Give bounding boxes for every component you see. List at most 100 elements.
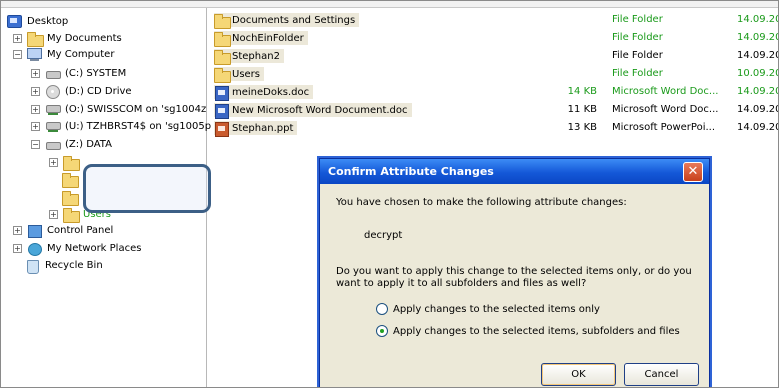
file-row[interactable]: meineDoks.doc 14 KB Microsoft Word Doc..…	[207, 84, 778, 101]
dialog-titlebar[interactable]: Confirm Attribute Changes ✕	[320, 159, 709, 184]
tree-item-label: (D:) CD Drive	[65, 85, 132, 97]
tree-item-control-panel[interactable]: + Control Panel	[13, 222, 113, 238]
tree-item-label: Desktop	[27, 15, 69, 27]
control-panel-icon	[27, 224, 43, 238]
hard-drive-icon	[45, 138, 61, 151]
tree-item-recycle-bin[interactable]: Recycle Bin	[25, 257, 103, 274]
expand-icon[interactable]: +	[49, 157, 58, 167]
tree-item-my-documents[interactable]: + My Documents	[13, 30, 122, 47]
file-name: meineDoks.doc	[232, 86, 310, 98]
file-row[interactable]: Stephan2 File Folder 14.09.200	[207, 48, 778, 65]
file-type: File Folder	[612, 68, 663, 79]
close-button[interactable]: ✕	[683, 162, 703, 182]
expand-icon[interactable]: +	[31, 68, 40, 78]
column-header-strip	[1, 1, 778, 8]
expand-icon[interactable]: +	[13, 243, 22, 253]
tree-item-label: My Network Places	[47, 242, 142, 254]
file-row[interactable]: Stephan.ppt 13 KB Microsoft PowerPoi... …	[207, 120, 778, 137]
folder-icon	[63, 155, 80, 171]
expand-icon[interactable]: +	[13, 33, 22, 43]
file-type: File Folder	[612, 50, 663, 61]
tree-item-label: Control Panel	[47, 224, 114, 236]
folder-icon	[63, 207, 80, 223]
file-date: 14.09.200	[737, 32, 778, 43]
expand-icon[interactable]: +	[31, 104, 40, 114]
tree-item-drive-d[interactable]: + (D:) CD Drive	[31, 83, 132, 99]
dialog-question-line2: want to apply it to all subfolders and f…	[336, 278, 587, 289]
dialog-intro: You have chosen to make the following at…	[336, 197, 627, 208]
file-type: Microsoft PowerPoi...	[612, 122, 716, 133]
file-row[interactable]: New Microsoft Word Document.doc 11 KB Mi…	[207, 102, 778, 119]
close-icon: ✕	[687, 164, 699, 179]
file-row[interactable]: NochEinFolder File Folder 14.09.200	[207, 30, 778, 47]
dialog-title: Confirm Attribute Changes	[328, 165, 494, 178]
radio-button-off-icon[interactable]	[376, 303, 388, 315]
attribute-change-value: decrypt	[364, 230, 403, 241]
folder-icon	[214, 31, 231, 47]
tree-item-network-places[interactable]: + My Network Places	[13, 240, 141, 256]
file-name: New Microsoft Word Document.doc	[232, 104, 408, 116]
file-name: Stephan2	[232, 50, 280, 62]
file-type: File Folder	[612, 14, 663, 25]
powerpoint-icon	[214, 121, 230, 137]
tree-item-label: (U:) TZHBRST4$ on 'sg1005p	[65, 120, 212, 132]
dialog-question-line1: Do you want to apply this change to the …	[336, 266, 692, 277]
highlight-callout	[83, 164, 211, 213]
radio-selected-items-only[interactable]: Apply changes to the selected items only	[376, 303, 600, 315]
desktop-icon	[7, 14, 23, 28]
expand-icon[interactable]: +	[13, 225, 22, 235]
tree-item-label: (C:) SYSTEM	[65, 67, 127, 79]
tree-item-label: (O:) SWISSCOM on 'sg1004z	[65, 103, 207, 115]
file-type: Microsoft Word Doc...	[612, 86, 719, 97]
file-size: 11 KB	[567, 104, 597, 115]
cd-drive-icon	[45, 84, 61, 99]
tree-item-desktop[interactable]: Desktop	[7, 13, 68, 29]
file-name: Documents and Settings	[232, 14, 356, 26]
radio-label: Apply changes to the selected items, sub…	[393, 325, 680, 337]
file-type: Microsoft Word Doc...	[612, 104, 719, 115]
tree-item-label: My Documents	[47, 32, 122, 44]
file-size: 13 KB	[567, 122, 597, 133]
word-document-icon	[214, 85, 230, 101]
tree-item-drive-c[interactable]: + (C:) SYSTEM	[31, 65, 126, 81]
folder-icon	[214, 49, 231, 65]
tree-item-label: Recycle Bin	[45, 259, 103, 271]
file-name: Stephan.ppt	[232, 122, 294, 134]
file-row[interactable]: Documents and Settings File Folder 14.09…	[207, 12, 778, 29]
cancel-button[interactable]: Cancel	[624, 363, 699, 386]
collapse-icon[interactable]: −	[31, 139, 40, 149]
file-date: 14.09.200	[737, 86, 778, 97]
tree-item-drive-u[interactable]: + (U:) TZHBRST4$ on 'sg1005p	[31, 118, 211, 134]
confirm-attribute-changes-dialog: Confirm Attribute Changes ✕ You have cho…	[319, 158, 710, 387]
folder-icon	[62, 190, 79, 206]
network-drive-icon	[45, 103, 61, 116]
tree-item-drive-o[interactable]: + (O:) SWISSCOM on 'sg1004z	[31, 101, 206, 117]
file-row[interactable]: Users File Folder 10.09.200	[207, 66, 778, 83]
tree-item-label: My Computer	[47, 48, 115, 60]
folder-icon	[27, 31, 44, 47]
tree-item-subfolder[interactable]	[62, 171, 82, 188]
file-date: 14.09.200	[737, 104, 778, 115]
folder-icon	[62, 172, 79, 188]
radio-all-subfolders-files[interactable]: Apply changes to the selected items, sub…	[376, 325, 680, 337]
folder-icon	[214, 67, 231, 83]
word-document-icon	[214, 103, 230, 119]
recycle-bin-icon	[25, 259, 41, 274]
ok-button[interactable]: OK	[541, 363, 616, 386]
file-name: Users	[232, 68, 261, 80]
collapse-icon[interactable]: −	[13, 49, 22, 59]
tree-item-subfolder[interactable]	[62, 189, 82, 206]
file-type: File Folder	[612, 32, 663, 43]
radio-button-on-icon[interactable]	[376, 325, 388, 337]
file-name: NochEinFolder	[232, 32, 304, 44]
expand-icon[interactable]: +	[31, 121, 40, 131]
network-drive-icon	[45, 120, 61, 133]
tree-item-my-computer[interactable]: − My Computer	[13, 46, 114, 62]
file-size: 14 KB	[567, 86, 597, 97]
expand-icon[interactable]: +	[49, 209, 58, 219]
expand-icon[interactable]: +	[31, 86, 40, 96]
tree-item-subfolder[interactable]: +	[49, 154, 83, 171]
network-places-icon	[27, 242, 43, 256]
tree-item-drive-z[interactable]: − (Z:) DATA	[31, 136, 112, 152]
radio-label: Apply changes to the selected items only	[393, 303, 600, 315]
